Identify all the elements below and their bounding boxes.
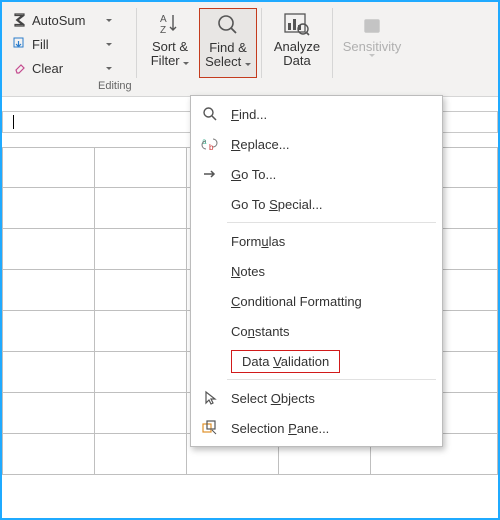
svg-text:A: A (160, 14, 167, 25)
menu-formulas-label: Formulas (231, 234, 432, 249)
text-caret (13, 115, 14, 129)
menu-replace-label: Replace... (231, 137, 432, 152)
menu-constants[interactable]: Constants (193, 316, 440, 346)
sort-icon: AZ (155, 10, 185, 38)
chevron-down-icon (183, 62, 189, 65)
cursor-icon (199, 388, 221, 408)
ribbon: AutoSum Fill Clear A (2, 2, 498, 97)
menu-selection-pane[interactable]: Selection Pane... (193, 413, 440, 443)
menu-conditional-formatting[interactable]: Conditional Formatting (193, 286, 440, 316)
find-select-label-2: Select (205, 54, 241, 69)
selection-pane-icon (199, 418, 221, 438)
search-icon (213, 11, 243, 39)
chevron-down-icon (369, 54, 375, 57)
fill-button[interactable]: Fill (10, 34, 114, 54)
divider (261, 8, 262, 78)
menu-selection-pane-label: Selection Pane... (231, 421, 432, 436)
menu-goto-special-label: Go To Special... (231, 197, 432, 212)
clear-label: Clear (32, 61, 102, 76)
analyze-label-1: Analyze (274, 40, 320, 54)
divider (332, 8, 333, 78)
analyze-label-2: Data (283, 54, 310, 68)
find-select-button[interactable]: Find & Select (199, 8, 257, 78)
svg-text:b: b (209, 143, 214, 152)
app-frame: AutoSum Fill Clear A (0, 0, 500, 520)
find-select-label-1: Find & (209, 41, 247, 55)
sigma-icon (12, 12, 28, 28)
menu-separator (227, 379, 436, 380)
ribbon-group-label: Editing (98, 80, 132, 92)
menu-notes[interactable]: Notes (193, 256, 440, 286)
menu-find[interactable]: Find... (193, 99, 440, 129)
ribbon-big-group: AZ Sort & Filter Find & Select Analyze D… (132, 8, 407, 78)
menu-replace[interactable]: ab Replace... (193, 129, 440, 159)
menu-cond-fmt-label: Conditional Formatting (231, 294, 432, 309)
menu-select-objects[interactable]: Select Objects (193, 383, 440, 413)
divider (136, 8, 137, 78)
sensitivity-button[interactable]: Sensitivity (337, 8, 407, 78)
find-select-menu: Find... ab Replace... Go To... Go To Spe… (190, 95, 443, 447)
menu-select-objects-label: Select Objects (231, 391, 432, 406)
menu-find-label: Find... (231, 107, 432, 122)
fill-label: Fill (32, 37, 102, 52)
search-icon (199, 104, 221, 124)
chevron-down-icon (106, 43, 112, 46)
sort-filter-label-2: Filter (151, 53, 180, 68)
sort-filter-label-1: Sort & (152, 40, 188, 54)
arrow-right-icon (199, 164, 221, 184)
sensitivity-icon (357, 10, 387, 38)
menu-notes-label: Notes (231, 264, 432, 279)
menu-goto-label: Go To... (231, 167, 432, 182)
menu-separator (227, 222, 436, 223)
sort-filter-button[interactable]: AZ Sort & Filter (141, 8, 199, 78)
chevron-down-icon (245, 63, 251, 66)
replace-icon: ab (199, 134, 221, 154)
analyze-data-button[interactable]: Analyze Data (266, 8, 328, 78)
svg-text:Z: Z (160, 25, 166, 36)
clear-button[interactable]: Clear (10, 58, 114, 78)
sensitivity-label: Sensitivity (343, 40, 402, 54)
eraser-icon (12, 60, 28, 76)
menu-constants-label: Constants (231, 324, 432, 339)
menu-data-validation-label: Data Validation (231, 350, 432, 373)
chevron-down-icon (106, 67, 112, 70)
menu-formulas[interactable]: Formulas (193, 226, 440, 256)
menu-goto[interactable]: Go To... (193, 159, 440, 189)
editing-mini-group: AutoSum Fill Clear (10, 8, 114, 78)
chevron-down-icon (106, 19, 112, 22)
menu-goto-special[interactable]: Go To Special... (193, 189, 440, 219)
autosum-button[interactable]: AutoSum (10, 10, 114, 30)
menu-data-validation[interactable]: Data Validation (193, 346, 440, 376)
analyze-icon (282, 10, 312, 38)
fill-down-icon (12, 36, 28, 52)
autosum-label: AutoSum (32, 13, 102, 28)
